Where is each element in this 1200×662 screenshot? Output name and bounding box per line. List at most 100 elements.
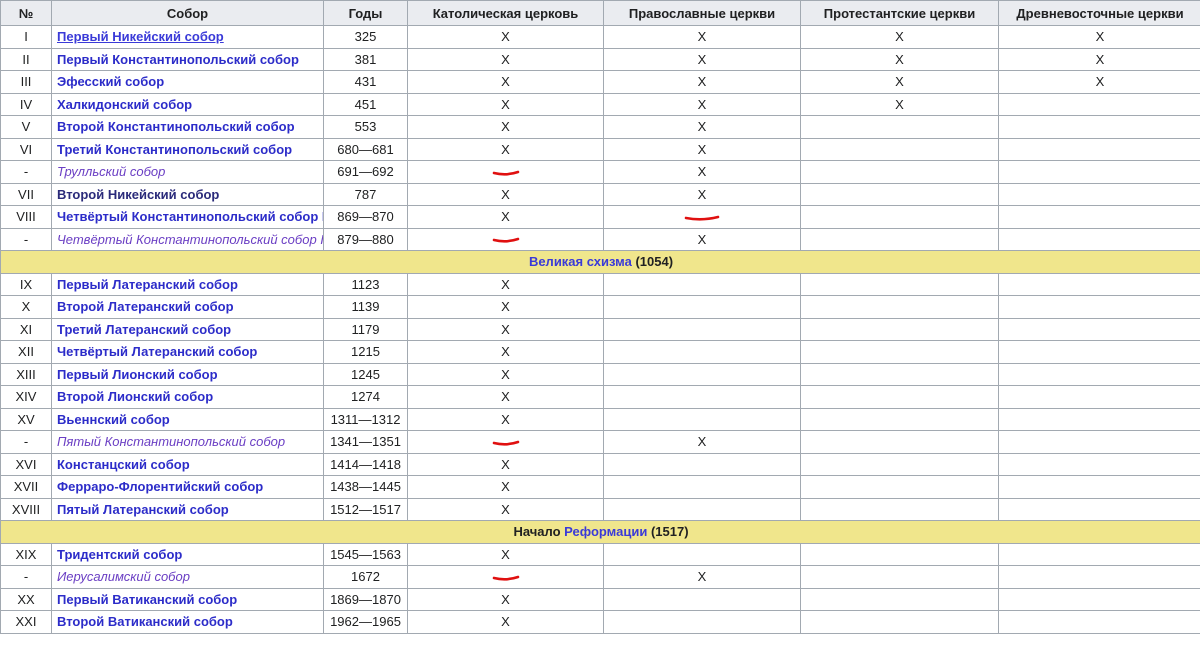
council-link[interactable]: Тридентский собор	[57, 547, 182, 562]
catholic-mark-x: X	[501, 479, 510, 495]
catholic-mark: X	[407, 70, 604, 94]
oriental-mark-x: X	[1095, 29, 1105, 45]
header-oriental[interactable]: Древневосточные церкви	[998, 0, 1200, 26]
section-link[interactable]: Великая схизма	[529, 254, 632, 269]
catholic-mark: X	[407, 362, 604, 386]
council-link[interactable]: Пятый Латеранский собор	[57, 502, 229, 517]
oriental-mark	[998, 205, 1200, 229]
catholic-mark-x: X	[501, 389, 510, 405]
council-link[interactable]: Второй Ватиканский собор	[57, 614, 233, 629]
protestant-mark	[800, 475, 999, 499]
table-row: - Четвёртый Константинопольский собор II 8…	[0, 227, 1200, 251]
catholic-mark: X	[407, 92, 604, 116]
council-number: XI	[0, 317, 52, 341]
council-years: 691—692	[323, 160, 408, 184]
council-link[interactable]: Первый Латеранский собор	[57, 277, 238, 292]
council-number: II	[0, 47, 52, 71]
section-cell: Великая схизма (1054)	[0, 250, 1200, 274]
red-dash-annotation	[492, 440, 519, 446]
council-name-cell: Второй Ватиканский собор	[51, 610, 324, 634]
table-row: XIX Тридентский собор 1545—1563 X	[0, 542, 1200, 566]
council-link[interactable]: Второй Константинопольский собор	[57, 119, 295, 134]
council-link[interactable]: Иерусалимский собор	[57, 569, 190, 584]
catholic-mark: X	[407, 385, 604, 409]
catholic-mark-x: X	[501, 29, 510, 45]
catholic-mark-x: X	[501, 591, 510, 607]
oriental-mark	[998, 227, 1200, 251]
council-name-cell: Ферраро-Флорентийский собор	[51, 475, 324, 499]
protestant-mark	[800, 182, 999, 206]
table-row: V Второй Константинопольский собор 553 X X	[0, 115, 1200, 139]
catholic-mark: X	[407, 115, 604, 139]
council-link[interactable]: Трулльский собор	[57, 164, 165, 179]
council-link[interactable]: Второй Лионский собор	[57, 389, 213, 404]
council-link[interactable]: Констанцский собор	[57, 457, 190, 472]
red-dash-annotation	[684, 215, 720, 221]
orthodox-mark-x: X	[697, 141, 707, 157]
orthodox-mark	[603, 542, 801, 566]
catholic-mark-x: X	[501, 141, 510, 157]
header-number[interactable]: №	[0, 0, 52, 26]
council-link[interactable]: Вьеннский собор	[57, 412, 170, 427]
orthodox-mark-x: X	[697, 29, 707, 45]
protestant-mark	[800, 587, 999, 611]
catholic-mark-x: X	[501, 96, 510, 112]
catholic-mark-x: X	[501, 501, 510, 517]
protestant-mark-x: X	[895, 51, 904, 67]
council-number: V	[0, 115, 52, 139]
orthodox-mark-x: X	[697, 434, 707, 450]
council-link[interactable]: Халкидонский собор	[57, 97, 192, 112]
header-catholic[interactable]: Католическая церковь	[407, 0, 604, 26]
oriental-mark	[998, 407, 1200, 431]
catholic-mark: X	[407, 25, 604, 49]
catholic-mark-x: X	[501, 51, 510, 67]
oriental-mark	[998, 610, 1200, 634]
council-link[interactable]: Четвёртый Константинопольский собор I	[57, 209, 323, 224]
council-link[interactable]: Первый Никейский собор	[57, 29, 224, 44]
catholic-mark-x: X	[501, 366, 510, 382]
header-orthodox[interactable]: Православные церкви	[603, 0, 801, 26]
council-years: 1311—1312	[323, 407, 408, 431]
protestant-mark: X	[800, 92, 999, 116]
council-link[interactable]: Второй Латеранский собор	[57, 299, 234, 314]
council-name-cell: Пятый Константинопольский собор	[51, 430, 324, 454]
header-council[interactable]: Собор	[51, 0, 324, 26]
protestant-mark	[800, 362, 999, 386]
catholic-mark-x: X	[501, 186, 510, 202]
protestant-mark	[800, 205, 999, 229]
section-link[interactable]: Реформации	[564, 524, 647, 539]
table-row: III Эфесский собор 431 X X X X	[0, 70, 1200, 94]
council-link[interactable]: Третий Константинопольский собор	[57, 142, 292, 157]
header-protestant[interactable]: Протестантские церкви	[800, 0, 999, 26]
council-link[interactable]: Первый Константинопольский собор	[57, 52, 299, 67]
catholic-mark: X	[407, 452, 604, 476]
council-link[interactable]: Четвёртый Константинопольский собор II	[57, 232, 323, 247]
council-years: 1545—1563	[323, 542, 408, 566]
orthodox-mark	[603, 205, 801, 229]
council-link[interactable]: Эфесский собор	[57, 74, 164, 89]
council-name-cell: Тридентский собор	[51, 542, 324, 566]
council-number: I	[0, 25, 52, 49]
council-number: VII	[0, 182, 52, 206]
council-link[interactable]: Второй Никейский собор	[57, 187, 219, 202]
header-years[interactable]: Годы	[323, 0, 408, 26]
table-body: I Первый Никейский собор 325 X X X X II Первый К…	[0, 25, 1200, 634]
orthodox-mark	[603, 317, 801, 341]
council-link[interactable]: Пятый Константинопольский собор	[57, 434, 285, 449]
oriental-mark	[998, 115, 1200, 139]
protestant-mark: X	[800, 70, 999, 94]
council-link[interactable]: Третий Латеранский собор	[57, 322, 231, 337]
council-years: 1414—1418	[323, 452, 408, 476]
protestant-mark	[800, 452, 999, 476]
council-name-cell: Констанцский собор	[51, 452, 324, 476]
section-suffix: (1054)	[631, 254, 674, 270]
council-link[interactable]: Первый Лионский собор	[57, 367, 218, 382]
council-link[interactable]: Ферраро-Флорентийский собор	[57, 479, 263, 494]
councils-table: № Собор Годы Католическая церковь Правос…	[0, 0, 1200, 634]
council-link[interactable]: Первый Ватиканский собор	[57, 592, 237, 607]
table-row: - Трулльский собор 691—692 X	[0, 160, 1200, 184]
oriental-mark: X	[998, 70, 1200, 94]
table-row: XV Вьеннский собор 1311—1312 X	[0, 407, 1200, 431]
council-link[interactable]: Четвёртый Латеранский собор	[57, 344, 257, 359]
council-number: -	[0, 160, 52, 184]
